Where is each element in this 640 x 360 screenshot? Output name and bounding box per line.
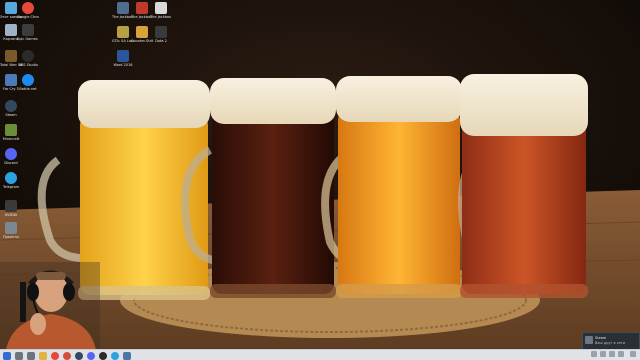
system-tray (591, 351, 636, 357)
discord-icon[interactable] (87, 351, 95, 360)
toast-body: Ваш друг в сети (595, 341, 626, 345)
battlenet-icon (22, 74, 34, 86)
folder-icon (5, 222, 17, 234)
chrome-icon (22, 2, 34, 14)
steam-icon[interactable] (75, 351, 83, 360)
desktop-icon[interactable]: Minecraft (0, 124, 22, 141)
language-icon[interactable] (618, 351, 624, 357)
game-icon (5, 50, 17, 62)
yandex-icon[interactable] (63, 351, 71, 360)
network-icon[interactable] (600, 351, 606, 357)
game-icon (5, 74, 17, 86)
chrome-icon[interactable] (51, 351, 59, 360)
vk-icon[interactable] (123, 351, 131, 360)
game-icon (117, 26, 129, 38)
desktop: Этот компьютер Google Chrome Корзина Epi… (0, 0, 640, 360)
game-icon (155, 2, 167, 14)
desktop-icon[interactable]: Epic Games Launcher (17, 24, 39, 41)
volume-icon[interactable] (609, 351, 615, 357)
obs-icon (22, 50, 34, 62)
telegram-icon[interactable] (111, 351, 119, 360)
dota-icon (155, 26, 167, 38)
discord-icon (5, 148, 17, 160)
recycle-bin-icon (5, 24, 17, 36)
taskbar (0, 349, 640, 360)
notification-toast[interactable]: Steam Ваш друг в сети (582, 332, 640, 350)
game-icon (117, 2, 129, 14)
desktop-icon[interactable]: Word 2016 (112, 50, 134, 67)
computer-icon (5, 2, 17, 14)
desktop-icon[interactable]: The Jackbox Party Pack 2 (150, 2, 172, 19)
task-view-icon[interactable] (27, 351, 35, 360)
desktop-icon[interactable]: Steam (0, 100, 22, 117)
desktop-icon[interactable]: Telegram (0, 172, 22, 189)
word-icon (117, 50, 129, 62)
mug-3 (321, 76, 462, 298)
desktop-icon[interactable]: Discord (0, 148, 22, 165)
desktop-icon[interactable]: Dota 2 (150, 26, 172, 43)
webcam-overlay (0, 262, 100, 350)
toast-title: Steam (595, 336, 607, 340)
epic-icon (22, 24, 34, 36)
desktop-icon[interactable]: Google Chrome (17, 2, 39, 19)
desktop-icon[interactable]: Battle.net (17, 74, 39, 91)
steam-icon (585, 336, 593, 344)
desktop-icon[interactable]: NVIDIA (0, 200, 22, 217)
csgo-icon (136, 26, 148, 38)
windows-start-icon[interactable] (3, 351, 11, 360)
desktop-icon[interactable]: OBS Studio (17, 50, 39, 67)
minecraft-icon (5, 124, 17, 136)
mug-4 (457, 74, 588, 298)
obs-icon[interactable] (99, 351, 107, 360)
notification-center-icon[interactable] (630, 351, 636, 357)
desktop-icon[interactable]: Проекты (0, 222, 22, 239)
file-explorer-icon[interactable] (39, 351, 47, 360)
chevron-up-icon[interactable] (591, 351, 597, 357)
telegram-icon (5, 172, 17, 184)
game-icon (136, 2, 148, 14)
nvidia-icon (5, 200, 17, 212)
steam-icon (5, 100, 17, 112)
search-icon[interactable] (15, 351, 23, 360)
